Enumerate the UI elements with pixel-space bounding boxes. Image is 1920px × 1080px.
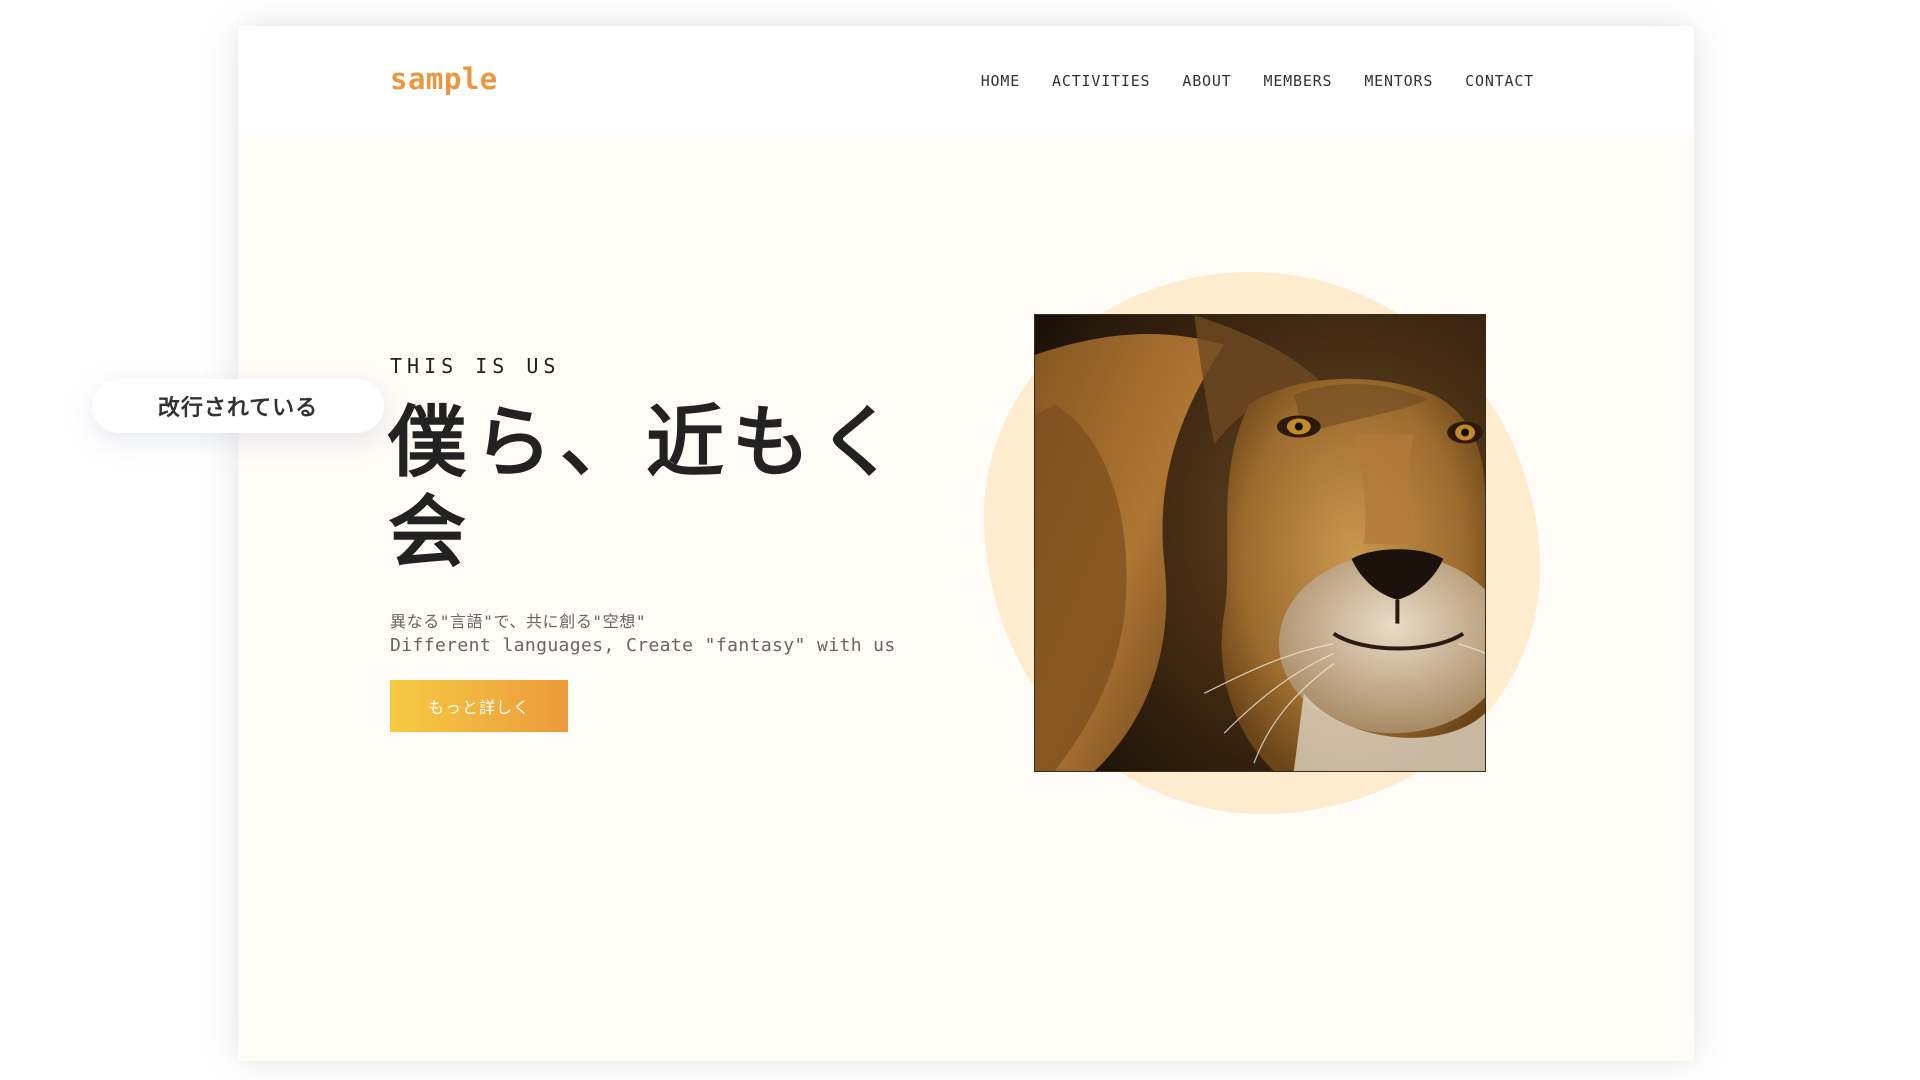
nav-mentors[interactable]: MENTORS <box>1364 72 1433 90</box>
annotation-callout: 改行されている <box>92 379 384 433</box>
website-frame: sample HOME ACTIVITIES ABOUT MEMBERS MEN… <box>238 26 1694 1061</box>
hero-subtitle-en: Different languages, Create "fantasy" wi… <box>390 635 896 656</box>
nav-contact[interactable]: CONTACT <box>1465 72 1534 90</box>
main-nav: HOME ACTIVITIES ABOUT MEMBERS MENTORS CO… <box>981 72 1534 90</box>
site-logo[interactable]: sample <box>390 62 498 96</box>
lion-illustration <box>1035 315 1485 771</box>
lion-image <box>1034 314 1486 772</box>
nav-members[interactable]: MEMBERS <box>1264 72 1333 90</box>
hero-subtitle-jp: 異なる"言語"で、共に創る"空想" <box>390 612 647 631</box>
nav-home[interactable]: HOME <box>981 72 1020 90</box>
nav-about[interactable]: ABOUT <box>1182 72 1231 90</box>
hero-eyebrow: THIS IS US <box>390 354 561 378</box>
site-header: sample HOME ACTIVITIES ABOUT MEMBERS MEN… <box>238 26 1694 134</box>
learn-more-button[interactable]: もっと詳しく <box>390 680 568 732</box>
nav-activities[interactable]: ACTIVITIES <box>1052 72 1150 90</box>
hero-headline: 僕ら、近もく会 <box>388 398 905 578</box>
